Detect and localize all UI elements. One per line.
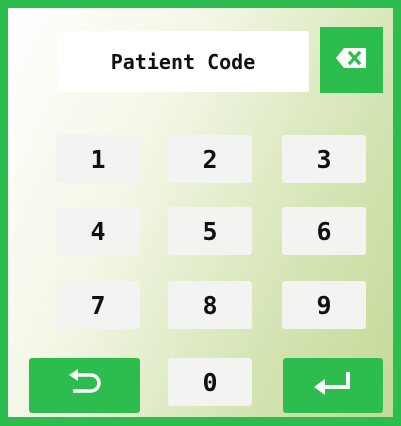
key-3[interactable]: 3 [282, 135, 366, 183]
backspace-icon [335, 46, 369, 74]
key-7[interactable]: 7 [56, 281, 140, 329]
key-2-label: 2 [202, 144, 218, 174]
back-button[interactable] [29, 358, 140, 413]
key-3-label: 3 [316, 144, 332, 174]
key-1[interactable]: 1 [56, 135, 140, 183]
key-9-label: 9 [316, 290, 332, 320]
key-4[interactable]: 4 [56, 207, 140, 255]
key-8-label: 8 [202, 290, 218, 320]
enter-button[interactable] [283, 358, 383, 413]
enter-arrow-icon [312, 370, 354, 402]
backspace-button[interactable] [320, 27, 383, 93]
key-9[interactable]: 9 [282, 281, 366, 329]
key-8[interactable]: 8 [168, 281, 252, 329]
undo-arrow-icon [67, 368, 103, 403]
key-1-label: 1 [90, 144, 106, 174]
key-5[interactable]: 5 [168, 207, 252, 255]
patient-code-display: Patient Code [57, 31, 309, 92]
key-0[interactable]: 0 [168, 358, 252, 406]
key-0-label: 0 [202, 367, 218, 397]
key-6-label: 6 [316, 216, 332, 246]
key-6[interactable]: 6 [282, 207, 366, 255]
key-5-label: 5 [202, 216, 218, 246]
patient-code-placeholder: Patient Code [110, 49, 256, 74]
key-4-label: 4 [90, 216, 106, 246]
key-2[interactable]: 2 [168, 135, 252, 183]
key-7-label: 7 [90, 290, 106, 320]
